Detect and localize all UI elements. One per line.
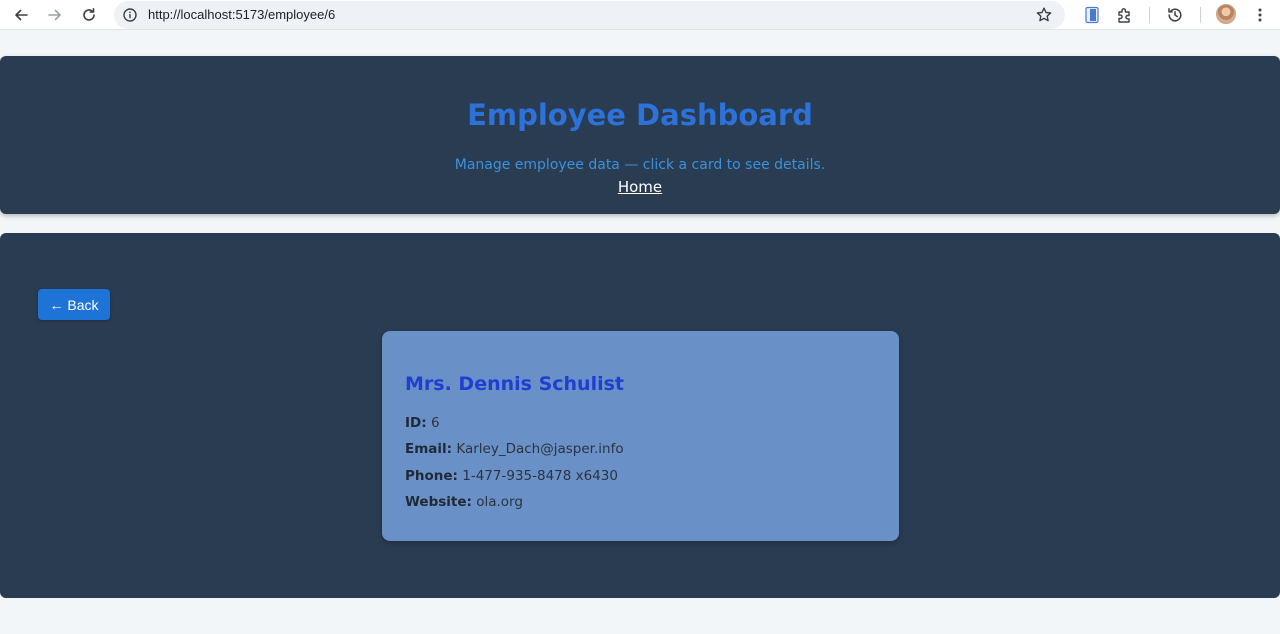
reload-icon[interactable] — [78, 4, 100, 26]
employee-id-value: 6 — [430, 415, 440, 431]
address-bar[interactable]: http://localhost:5173/employee/6 — [114, 1, 1065, 29]
field-label: Phone: — [405, 468, 458, 484]
employee-id-row: ID: 6 — [405, 415, 440, 431]
page-subtitle: Manage employee data — click a card to s… — [454, 157, 826, 173]
employee-email-value: Karley_Dach@jasper.info — [456, 441, 624, 457]
employee-card: Mrs. Dennis Schulist ID: 6 Email: Karley… — [382, 331, 899, 541]
app-header: Employee Dashboard Manage employee data … — [0, 56, 1280, 214]
history-icon[interactable] — [1165, 5, 1185, 25]
extension-doc-icon[interactable] — [1082, 5, 1102, 25]
browser-toolbar: http://localhost:5173/employee/6 — [0, 0, 1280, 30]
toolbar-divider — [1200, 7, 1201, 23]
employee-website-row: Website: ola.org — [405, 494, 523, 510]
bookmark-star-icon[interactable] — [1035, 6, 1053, 28]
more-menu-icon[interactable] — [1250, 5, 1270, 25]
employee-phone-value: 1-477-935-8478 x6430 — [462, 468, 618, 484]
employee-website-value: ola.org — [476, 494, 523, 510]
field-label: ID: — [405, 415, 427, 431]
back-button[interactable]: ← Back — [38, 289, 110, 320]
field-label: Email: — [405, 441, 453, 457]
back-arrow-icon[interactable] — [10, 4, 32, 26]
home-link[interactable]: Home — [618, 178, 662, 196]
extensions-puzzle-icon[interactable] — [1115, 5, 1135, 25]
profile-avatar[interactable] — [1216, 4, 1236, 24]
toolbar-divider — [1149, 7, 1150, 23]
forward-arrow-icon[interactable] — [44, 4, 66, 26]
employee-phone-row: Phone: 1-477-935-8478 x6430 — [405, 468, 618, 484]
field-label: Website: — [405, 494, 472, 510]
employee-email-row: Email: Karley_Dach@jasper.info — [405, 441, 624, 457]
employee-name: Mrs. Dennis Schulist — [405, 373, 624, 395]
page-title: Employee Dashboard — [467, 98, 813, 132]
employee-detail-panel: ← Back Mrs. Dennis Schulist ID: 6 Email:… — [0, 233, 1280, 598]
site-info-icon[interactable] — [122, 7, 138, 27]
url-text[interactable]: http://localhost:5173/employee/6 — [148, 7, 335, 22]
